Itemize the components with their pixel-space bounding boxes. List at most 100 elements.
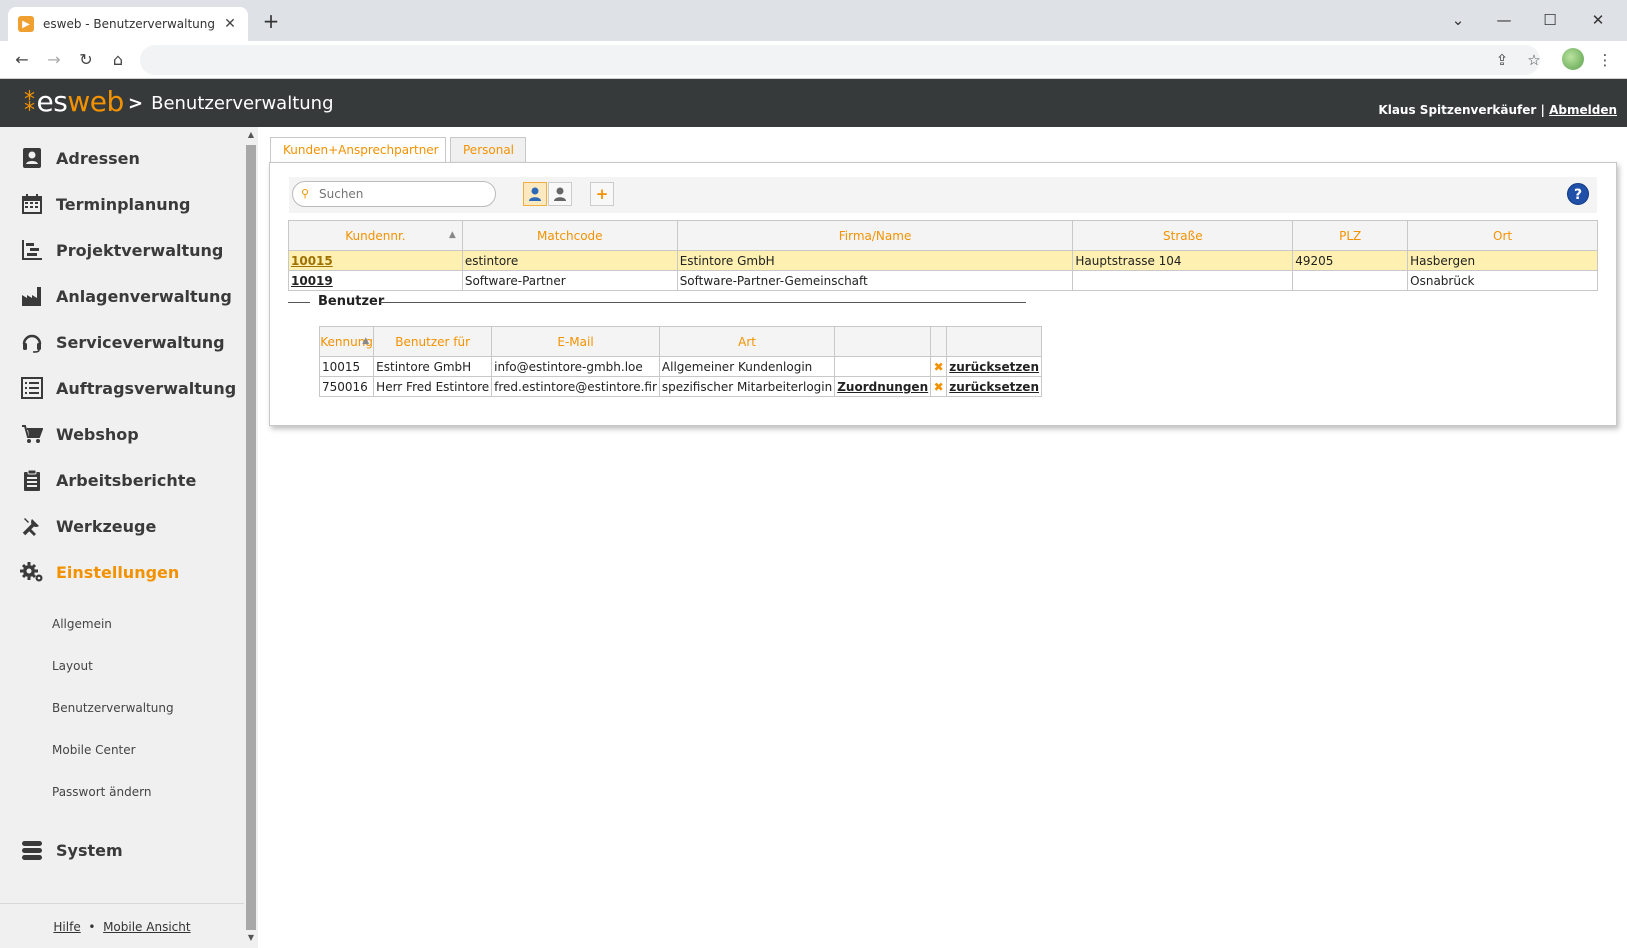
sidebar-item-webshop[interactable]: Webshop [20,419,139,449]
sidebar-item-adressen[interactable]: Adressen [20,143,140,173]
reset-link[interactable]: zurücksetzen [949,380,1039,394]
subitem-mobile-center[interactable]: Mobile Center [52,743,136,757]
table-cell: Osnabrück [1407,270,1598,291]
col-ort[interactable]: Ort [1407,220,1598,251]
browser-tab[interactable]: ▶ esweb - Benutzerverwaltung ✕ [8,7,248,41]
tab-kunden-ansprechpartner[interactable]: Kunden+Ansprechpartner [270,137,446,164]
search-toolbar: ⚲ + ? [289,177,1597,213]
sidebar-item-arbeitsberichte[interactable]: Arbeitsberichte [20,465,196,495]
tools-icon [20,514,44,538]
sidebar-item-label: Adressen [56,148,140,168]
reset-cell: zurücksetzen [946,356,1042,377]
table-cell: spezifischer Mitarbeiterlogin [658,376,836,397]
tab-search-chevron-down-icon[interactable]: ⌄ [1438,6,1478,34]
minimize-icon[interactable]: — [1484,6,1524,34]
subitem-allgemein[interactable]: Allgemein [52,617,112,631]
delete-icon[interactable]: ✖ [930,376,948,397]
profile-avatar[interactable] [1562,48,1584,70]
customer-number-link[interactable]: 10015 [288,250,463,271]
col-firma-name[interactable]: Firma/Name [676,220,1074,251]
col-assignments [834,326,932,357]
users-table: Kennung ▲ Benutzer für E-Mail Art 10015 E… [318,326,1042,397]
reset-link[interactable]: zurücksetzen [949,360,1039,374]
sidebar-item-werkzeuge[interactable]: Werkzeuge [20,511,156,541]
customers-header-row: Kundennr. ▲ Matchcode Firma/Name Straße P… [288,220,1598,251]
scrollbar-thumb[interactable] [246,145,256,930]
address-bar[interactable] [140,45,1540,75]
customer-number-link[interactable]: 10019 [288,270,463,291]
col-art[interactable]: Art [658,326,836,357]
table-cell: Herr Fred Estintore [373,376,493,397]
table-cell: 10015 [318,356,375,377]
window-close-icon[interactable]: ✕ [1578,6,1618,34]
sidebar-scrollbar[interactable]: ▲ ▼ [244,127,258,948]
breadcrumb-separator: > [128,93,144,114]
legend-line-right [380,302,1026,303]
col-strasse[interactable]: Straße [1072,220,1294,251]
scroll-up-arrow-icon[interactable]: ▲ [246,130,256,142]
user-name: Klaus Spitzenverkäufer [1378,103,1537,117]
employee-user-icon [554,187,566,201]
bookmark-star-icon[interactable]: ☆ [1522,48,1546,72]
table-cell [834,356,932,377]
table-cell: Hauptstrasse 104 [1072,250,1294,271]
logout-link[interactable]: Abmelden [1549,103,1617,117]
col-kennung[interactable]: Kennung ▲ [318,326,375,357]
reload-icon[interactable]: ↻ [74,48,98,72]
search-input[interactable] [292,181,496,207]
table-row[interactable]: 10015 estintore Estintore GmbH Hauptstra… [288,250,1598,271]
delete-icon[interactable]: ✖ [930,356,948,377]
sidebar-item-label: Arbeitsberichte [56,470,197,490]
subitem-layout[interactable]: Layout [52,659,93,673]
customers-table: Kundennr. ▲ Matchcode Firma/Name Straße P… [288,220,1598,291]
esweb-logo[interactable]: ⁑esweb [24,85,124,118]
forward-arrow-icon[interactable]: → [42,48,66,72]
maximize-icon[interactable]: ☐ [1530,6,1570,34]
sidebar-item-label: System [56,840,123,860]
sort-asc-icon: ▲ [448,230,456,240]
sidebar-item-serviceverwaltung[interactable]: Serviceverwaltung [20,327,225,357]
factory-icon [20,284,44,308]
col-matchcode[interactable]: Matchcode [461,220,678,251]
sidebar-item-einstellungen[interactable]: Einstellungen [20,557,179,587]
back-arrow-icon[interactable]: ← [10,48,34,72]
table-row[interactable]: 10015 Estintore GmbH info@estintore-gmbh… [318,356,1042,377]
col-plz[interactable]: PLZ [1292,220,1409,251]
col-benutzer-fuer[interactable]: Benutzer für [373,326,493,357]
table-cell: estintore [461,250,678,271]
sidebar-item-label: Anlagenverwaltung [56,286,232,306]
tab-personal[interactable]: Personal [450,137,526,163]
filter-customers-button[interactable] [523,182,547,206]
browser-menu-icon[interactable]: ⋮ [1593,48,1617,72]
scroll-down-arrow-icon[interactable]: ▼ [246,933,256,945]
help-icon[interactable]: ? [1567,183,1589,205]
esweb-favicon-icon: ▶ [18,16,34,32]
sidebar-item-terminplanung[interactable]: Terminplanung [20,189,190,219]
table-cell [1292,270,1409,291]
subitem-benutzerverwaltung[interactable]: Benutzerverwaltung [52,701,174,715]
table-cell: 750016 [318,376,375,397]
home-icon[interactable]: ⌂ [106,48,130,72]
sidebar-item-auftragsverwaltung[interactable]: Auftragsverwaltung [20,373,236,403]
logo-es: es [36,85,68,118]
close-icon[interactable]: ✕ [222,16,238,32]
help-link[interactable]: Hilfe [53,920,80,934]
table-row[interactable]: 750016 Herr Fred Estintore fred.estintor… [318,376,1042,397]
logo-web: web [67,85,124,118]
table-cell: Estintore GmbH [676,250,1074,271]
share-icon[interactable]: ⇪ [1490,48,1514,72]
sidebar-item-system[interactable]: System [20,835,123,865]
new-tab-button[interactable]: + [262,11,280,31]
add-button[interactable]: + [590,182,614,206]
col-kundennr[interactable]: Kundennr. ▲ [288,220,463,251]
col-email[interactable]: E-Mail [491,326,660,357]
browser-tabstrip: ▶ esweb - Benutzerverwaltung ✕ + ⌄ — ☐ ✕ [0,0,1627,41]
mobile-view-link[interactable]: Mobile Ansicht [103,920,191,934]
assignments-link[interactable]: Zuordnungen [837,380,928,394]
sidebar-item-anlagenverwaltung[interactable]: Anlagenverwaltung [20,281,232,311]
table-cell: Allgemeiner Kundenlogin [658,356,836,377]
filter-employees-button[interactable] [548,182,572,206]
table-row[interactable]: 10019 Software-Partner Software-Partner-… [288,270,1598,291]
subitem-passwort-aendern[interactable]: Passwort ändern [52,785,151,799]
sidebar-item-projektverwaltung[interactable]: Projektverwaltung [20,235,223,265]
